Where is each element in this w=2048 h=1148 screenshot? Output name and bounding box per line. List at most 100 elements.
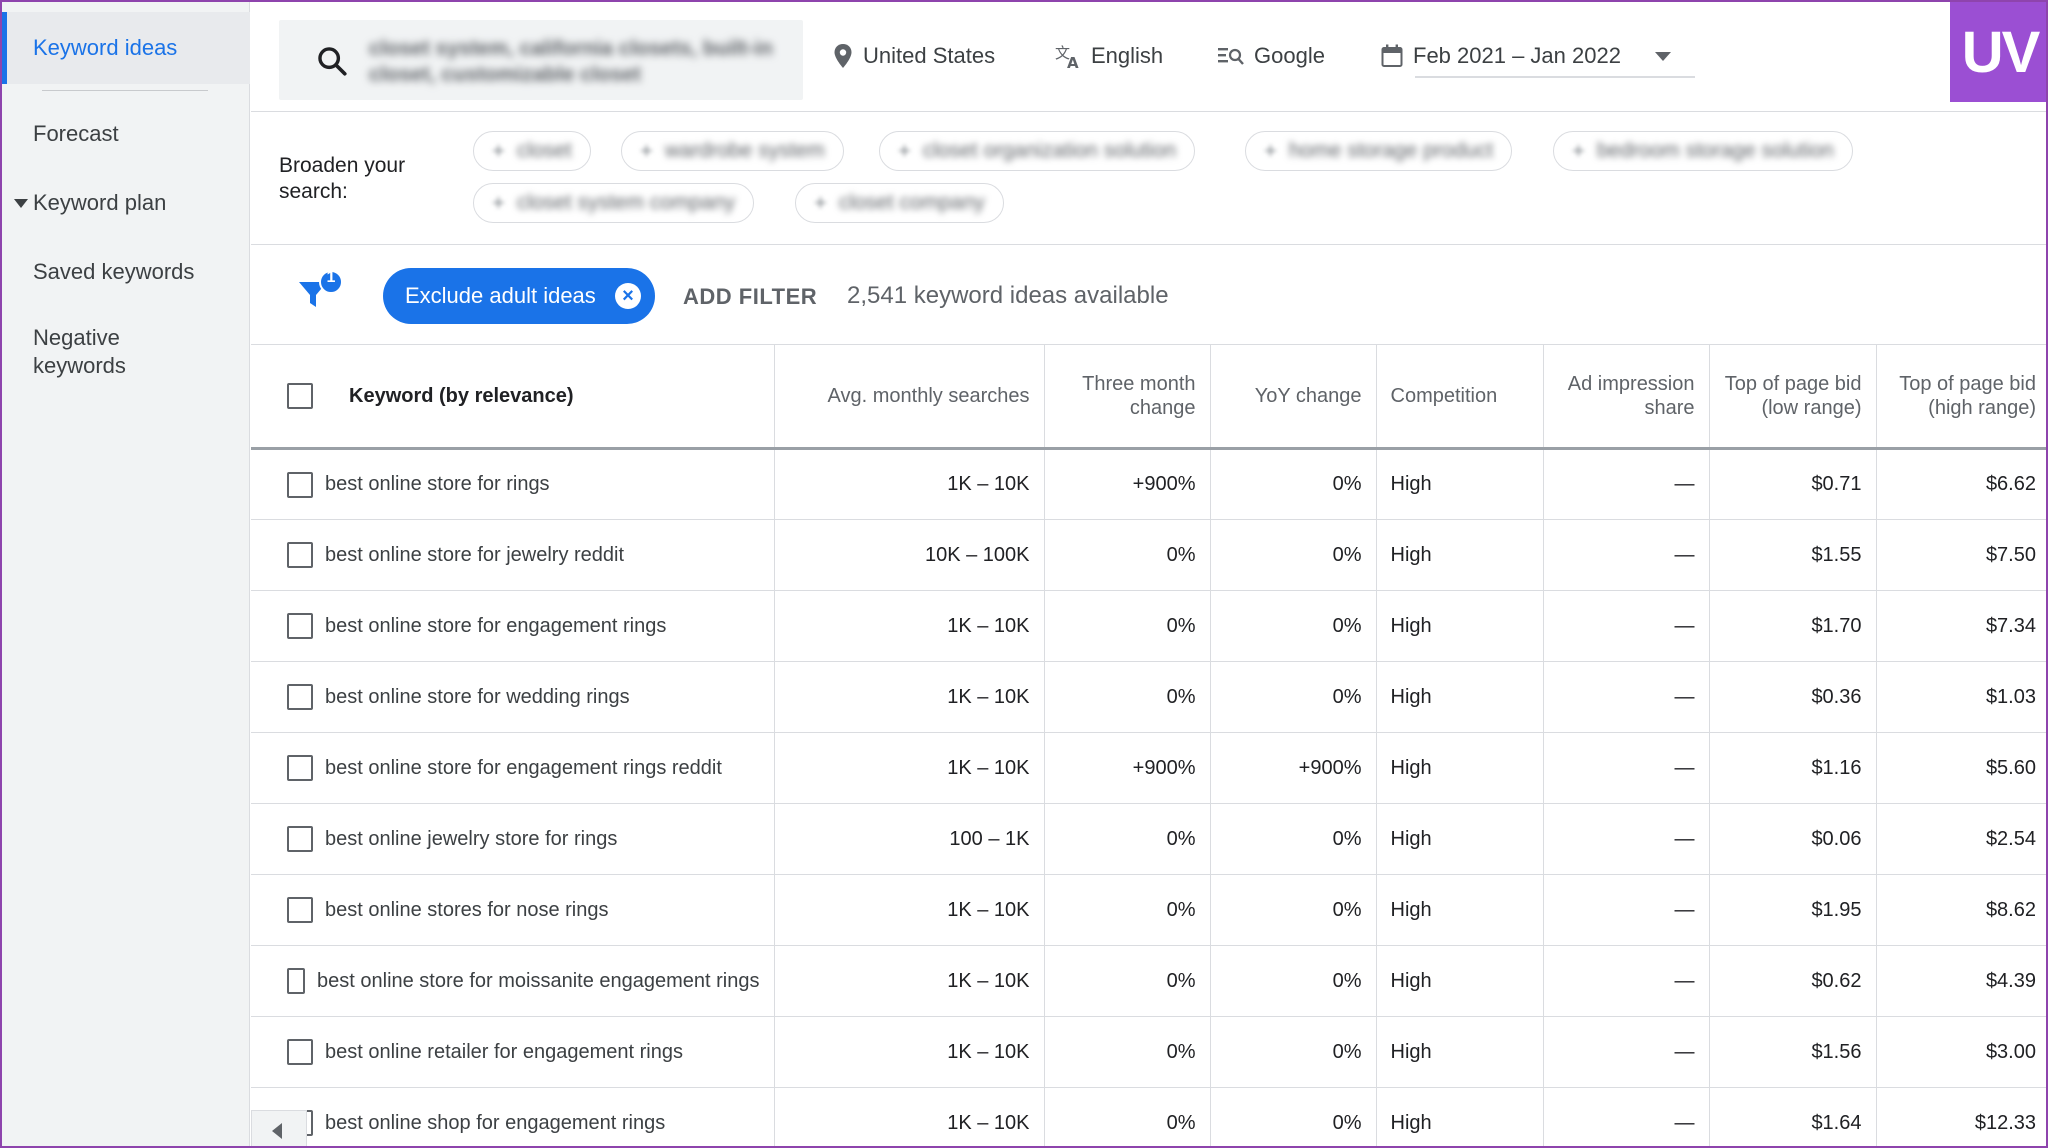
bid-high-cell: $7.34 <box>1876 590 2046 662</box>
table-row[interactable]: best online store for moissanite engagem… <box>251 945 2046 1017</box>
three-month-cell: 0% <box>1044 1087 1211 1146</box>
keyword-text: best online stores for nose rings <box>325 898 609 921</box>
sidebar-item-keyword-ideas[interactable]: Keyword ideas <box>2 12 250 84</box>
competition-cell: High <box>1376 803 1544 875</box>
broaden-chip[interactable]: + closet organization solution <box>879 131 1196 171</box>
sidebar-item-label: Keyword plan <box>33 190 167 215</box>
yoy-cell: 0% <box>1210 1016 1377 1088</box>
search-input[interactable]: closet system, california closets, built… <box>279 20 803 100</box>
bid-high-cell: $5.60 <box>1876 732 2046 804</box>
keyword-text: best online store for jewelry reddit <box>325 543 625 566</box>
broaden-chip[interactable]: + closet <box>473 131 591 171</box>
competition-cell: High <box>1376 590 1544 662</box>
table-row[interactable]: best online stores for nose rings 1K – 10… <box>251 874 2046 946</box>
bid-high-cell: $8.62 <box>1876 874 2046 946</box>
row-checkbox[interactable] <box>287 471 313 498</box>
filter-button[interactable]: 1 <box>297 268 347 318</box>
column-header-competition[interactable]: Competition <box>1376 344 1544 450</box>
add-filter-button[interactable]: ADD FILTER <box>683 284 817 310</box>
broaden-chip[interactable]: + closet company <box>795 183 1004 223</box>
table-row[interactable]: best online store for jewelry reddit 10K … <box>251 519 2046 591</box>
sidebar-item-label: Negative keywords <box>33 325 126 378</box>
sidebar-item-negative-keywords[interactable]: Negative keywords <box>2 324 202 380</box>
keyword-cell: best online store for jewelry reddit <box>251 519 775 591</box>
column-header-avg-monthly-searches[interactable]: Avg. monthly searches <box>774 344 1045 450</box>
yoy-cell: 0% <box>1210 590 1377 662</box>
row-checkbox[interactable] <box>287 613 313 639</box>
three-month-cell: 0% <box>1044 874 1211 946</box>
calendar-icon <box>1381 44 1403 67</box>
bid-high-cell: $3.00 <box>1876 1016 2046 1088</box>
table-row[interactable]: best online store for engagement rings 1K… <box>251 590 2046 662</box>
brand-logo: UV <box>1950 2 2046 102</box>
table-row[interactable]: best online store for rings 1K – 10K +900%… <box>251 448 2046 520</box>
svg-text:A: A <box>1067 54 1079 69</box>
row-checkbox[interactable] <box>287 1039 313 1065</box>
row-checkbox[interactable] <box>287 755 313 781</box>
avg-cell: 1K – 10K <box>774 945 1045 1017</box>
table-row[interactable]: best online jewelry store for rings 100 –… <box>251 803 2046 875</box>
avg-cell: 1K – 10K <box>774 732 1045 804</box>
sidebar-divider <box>42 90 208 91</box>
scroll-left-button[interactable] <box>251 1110 307 1146</box>
sidebar-item-keyword-plan[interactable]: Keyword plan <box>2 183 250 223</box>
table-row[interactable]: best online store for engagement rings r… <box>251 732 2046 804</box>
bid-low-cell: $1.16 <box>1709 732 1877 804</box>
ad-share-cell: — <box>1543 874 1710 946</box>
chip-label: home storage product <box>1288 139 1494 162</box>
keyword-cell: best online store for wedding rings <box>251 661 775 733</box>
sidebar-item-saved-keywords[interactable]: Saved keywords <box>2 252 250 292</box>
bid-low-cell: $0.06 <box>1709 803 1877 875</box>
dropdown-arrow-icon <box>1654 51 1671 61</box>
search-network-icon <box>1218 48 1244 65</box>
column-header-yoy-change[interactable]: YoY change <box>1210 344 1377 450</box>
keyword-text: best online store for engagement rings r… <box>325 756 722 779</box>
broaden-chip[interactable]: + closet system company <box>473 183 755 223</box>
select-all-checkbox[interactable] <box>287 383 313 409</box>
bid-low-cell: $1.56 <box>1709 1016 1877 1088</box>
keyword-cell: best online store for rings <box>251 448 775 520</box>
ad-share-cell: — <box>1543 590 1710 662</box>
column-header-bid-low[interactable]: Top of page bid (low range) <box>1709 344 1877 450</box>
column-header-keyword[interactable]: Keyword (by relevance) <box>251 344 775 450</box>
date-range-selector[interactable]: Feb 2021 – Jan 2022 <box>1381 38 1671 74</box>
broaden-chip[interactable]: + home storage product <box>1245 131 1513 171</box>
ad-share-cell: — <box>1543 1087 1710 1146</box>
bid-high-cell: $6.62 <box>1876 448 2046 520</box>
plus-icon: + <box>492 138 505 163</box>
yoy-cell: 0% <box>1210 519 1377 591</box>
exclude-adult-ideas-chip[interactable]: Exclude adult ideas × <box>383 268 655 324</box>
plus-icon: + <box>1572 138 1585 163</box>
ad-share-cell: — <box>1543 945 1710 1017</box>
keyword-text: best online store for wedding rings <box>325 685 630 708</box>
ad-share-cell: — <box>1543 661 1710 733</box>
plus-icon: + <box>492 190 505 215</box>
competition-cell: High <box>1376 1016 1544 1088</box>
row-checkbox[interactable] <box>287 826 313 852</box>
column-header-bid-high[interactable]: Top of page bid (high range) <box>1876 344 2046 450</box>
chip-label: closet company <box>838 191 985 214</box>
broaden-chip[interactable]: + bedroom storage solution <box>1553 131 1853 171</box>
column-header-ad-impression-share[interactable]: Ad impression share <box>1543 344 1710 450</box>
sidebar-item-label: Saved keywords <box>33 259 195 284</box>
row-checkbox[interactable] <box>287 542 313 568</box>
table-row[interactable]: best online retailer for engagement ring… <box>251 1016 2046 1088</box>
sidebar-item-forecast[interactable]: Forecast <box>2 114 250 154</box>
location-selector[interactable]: United States <box>833 38 995 74</box>
bid-low-cell: $1.64 <box>1709 1087 1877 1146</box>
row-checkbox[interactable] <box>287 968 306 994</box>
three-month-cell: 0% <box>1044 803 1211 875</box>
bid-low-cell: $0.36 <box>1709 661 1877 733</box>
network-selector[interactable]: Google <box>1218 38 1325 74</box>
yoy-cell: 0% <box>1210 1087 1377 1146</box>
table-row[interactable]: best online store for wedding rings 1K – … <box>251 661 2046 733</box>
row-checkbox[interactable] <box>287 684 313 710</box>
table-row[interactable]: best online shop for engagement rings 1K … <box>251 1087 2046 1146</box>
row-checkbox[interactable] <box>287 897 313 923</box>
yoy-cell: +900% <box>1210 732 1377 804</box>
broaden-chip[interactable]: + wardrobe system <box>621 131 844 171</box>
close-icon[interactable]: × <box>615 283 641 309</box>
language-selector[interactable]: 文 A English <box>1055 38 1163 74</box>
column-header-three-month-change[interactable]: Three month change <box>1044 344 1211 450</box>
ad-share-cell: — <box>1543 519 1710 591</box>
